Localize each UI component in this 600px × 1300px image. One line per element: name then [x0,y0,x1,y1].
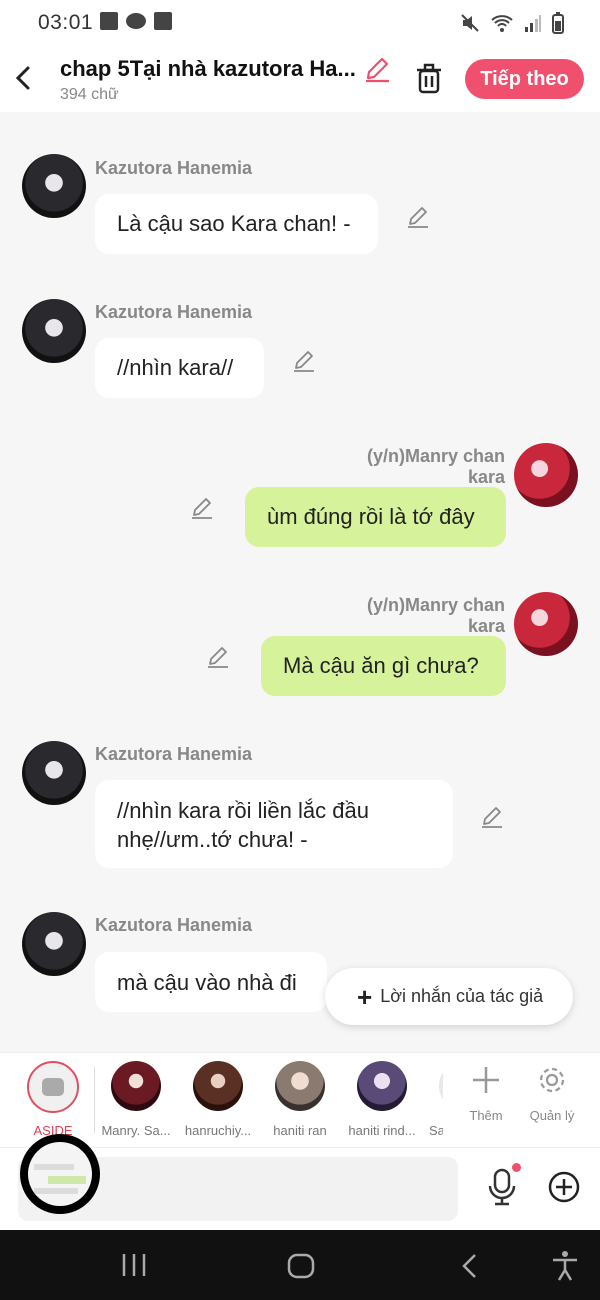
character-name: hanruchiy... [184,1123,252,1138]
message-bubble[interactable]: ùm đúng rồi là tớ đây [245,487,506,547]
edit-title-icon[interactable] [362,54,392,84]
add-label: Thêm [469,1108,503,1123]
message-text: mà cậu vào nhà đi [117,970,297,995]
author-note-button[interactable]: + Lời nhắn của tác giả [325,968,573,1025]
message-icon [42,1078,64,1096]
wifi-icon [491,15,513,32]
floating-screenshot-bubble[interactable] [20,1134,100,1214]
avatar [193,1061,243,1111]
sender-name: Kazutora Hanemia [95,158,253,178]
avatar[interactable] [22,912,86,976]
next-button[interactable]: Tiếp theo [465,59,584,99]
sender-name: Kazutora Hanemia [95,915,253,935]
avatar[interactable] [514,443,578,507]
character-item[interactable]: hanruchiy... [177,1061,259,1138]
microphone-icon[interactable] [486,1168,518,1206]
message-text: Là cậu sao Kara chan! - [117,211,351,236]
mute-icon [461,14,479,32]
notification-icons [100,12,172,30]
character-item[interactable]: Manry. Sa... [95,1061,177,1138]
character-name: haniti rind... [348,1123,416,1138]
trash-icon[interactable] [414,62,444,94]
chat-app-icon [126,13,146,29]
edit-message-icon[interactable] [405,204,431,230]
back-nav-icon[interactable] [458,1252,482,1280]
avatar [357,1061,407,1111]
plus-icon [473,1067,499,1093]
edit-message-icon[interactable] [189,495,215,521]
character-name: Manry. Sa... [101,1123,171,1138]
avatar[interactable] [22,741,86,805]
message-bubble[interactable]: //nhìn kara// [95,338,264,398]
accessibility-icon[interactable] [550,1250,580,1282]
edit-message-icon[interactable] [291,348,317,374]
add-character-button[interactable]: Thêm [456,1065,516,1123]
author-note-label: Lời nhắn của tác giả [380,986,544,1006]
edit-message-icon[interactable] [479,804,505,830]
signal-icon [525,15,541,32]
character-bar: ASIDE Manry. Sa... hanruchiy... haniti r… [0,1052,600,1147]
home-icon[interactable] [286,1252,316,1280]
avatar[interactable] [22,299,86,363]
chat-area[interactable]: Kazutora Hanemia Là cậu sao Kara chan! -… [0,112,600,1052]
message-bubble[interactable]: //nhìn kara rồi liền lắc đầu nhẹ//ưm..tớ… [95,780,453,868]
character-item[interactable]: haniti rind... [341,1061,423,1138]
character-aside[interactable]: ASIDE [12,1061,94,1138]
chapter-header: chap 5Tại nhà kazutora Ha... 394 chữ Tiế… [0,46,600,112]
character-item[interactable]: Sa [423,1061,443,1138]
battery-icon [552,12,564,34]
checkbox-icon [154,12,172,30]
aside-avatar [27,1061,79,1113]
character-item[interactable]: haniti ran [259,1061,341,1138]
status-time: 03:01 [38,11,94,34]
recent-apps-icon[interactable] [120,1252,150,1278]
sender-name: (y/n)Manry chan kara [366,595,505,636]
message-text: //nhìn kara rồi liền lắc đầu [117,798,369,823]
message-text: Mà cậu ăn gì chưa? [283,653,479,678]
message-bubble[interactable]: Là cậu sao Kara chan! - [95,194,378,254]
message-bubble[interactable]: mà cậu vào nhà đi [95,952,327,1012]
avatar[interactable] [514,592,578,656]
sender-name: Kazutora Hanemia [95,744,253,764]
back-button[interactable] [10,58,40,98]
status-bar: 03:01 [0,0,600,46]
manage-button[interactable]: Quản lý [522,1065,582,1123]
gallery-icon [100,12,118,30]
avatar [275,1061,325,1111]
avatar [439,1061,443,1111]
message-text: nhẹ//ưm..tớ chưa! - [117,827,308,852]
message-bubble[interactable]: Mà cậu ăn gì chưa? [261,636,506,696]
manage-label: Quản lý [529,1108,575,1123]
notification-dot [512,1163,521,1172]
edit-message-icon[interactable] [205,644,231,670]
chapter-title[interactable]: chap 5Tại nhà kazutora Ha... [60,56,356,82]
sender-name: (y/n)Manry chan kara [366,446,505,487]
gear-icon [539,1067,565,1093]
avatar[interactable] [22,154,86,218]
avatar [111,1061,161,1111]
add-circle-icon[interactable] [548,1171,580,1203]
screenshot-preview [28,1142,92,1206]
message-text: ùm đúng rồi là tớ đây [267,504,475,529]
plus-icon: + [357,981,373,1012]
system-icons [460,12,564,34]
sender-name: Kazutora Hanemia [95,302,253,322]
word-count: 394 chữ [60,86,119,103]
character-name: haniti ran [273,1123,327,1138]
character-name: Sa [429,1123,443,1138]
message-text: //nhìn kara// [117,355,234,380]
system-navigation-bar [0,1230,600,1300]
